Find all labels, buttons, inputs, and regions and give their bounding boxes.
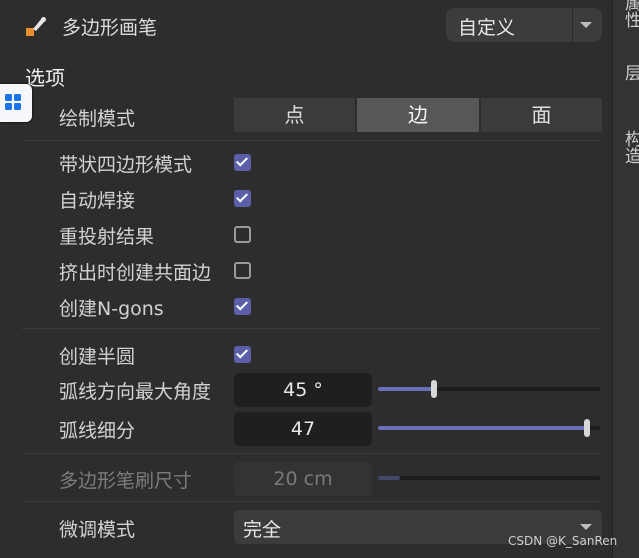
draw-mode-label: 绘制模式 xyxy=(59,108,136,130)
preset-dropdown[interactable]: 自定义 xyxy=(446,8,602,42)
arc-subdiv-slider[interactable] xyxy=(378,419,600,437)
tab-construction[interactable]: 构造 xyxy=(619,130,639,164)
grid-apps-icon xyxy=(5,94,21,110)
divider xyxy=(22,501,600,502)
chevron-down-icon[interactable] xyxy=(580,524,592,530)
arc-subdiv-label: 弧线细分 xyxy=(59,420,136,442)
arc-angle-label: 弧线方向最大角度 xyxy=(59,381,212,403)
tool-title: 多边形画笔 xyxy=(62,17,158,39)
arc-subdiv-slider-handle[interactable] xyxy=(584,419,590,437)
brush-size-slider-fill xyxy=(378,476,400,480)
tweak-mode-label: 微调模式 xyxy=(59,519,136,541)
watermark: CSDN @K_SanRen xyxy=(508,534,618,548)
semicircle-label: 创建半圆 xyxy=(59,346,136,368)
floating-toolbar-button[interactable] xyxy=(0,84,32,122)
ngons-label: 创建N-gons xyxy=(59,298,164,320)
preset-value: 自定义 xyxy=(458,17,516,39)
auto-weld-label: 自动焊接 xyxy=(59,190,136,212)
polygon-pen-icon xyxy=(26,17,46,36)
brush-size-label: 多边形笔刷尺寸 xyxy=(59,470,193,492)
ngons-checkbox[interactable] xyxy=(234,298,251,315)
reproject-label: 重投射结果 xyxy=(59,226,155,248)
tool-options-panel: 多边形画笔 自定义 选项 绘制模式 点 边 面 带状四边形模式 自动焊接 重投射… xyxy=(0,0,612,558)
auto-weld-checkbox[interactable] xyxy=(234,190,251,207)
draw-mode-segmented-control: 点 边 面 xyxy=(234,98,602,132)
right-sidebar-tabs: 属性 层 构造 xyxy=(612,0,639,558)
arc-angle-slider-handle[interactable] xyxy=(431,380,437,398)
divider xyxy=(22,140,600,141)
draw-mode-point-button[interactable]: 点 xyxy=(234,98,355,132)
reproject-checkbox[interactable] xyxy=(234,226,251,243)
brush-size-input: 20 cm xyxy=(234,462,372,496)
coplanar-edge-checkbox[interactable] xyxy=(234,262,251,279)
divider xyxy=(22,453,600,454)
draw-mode-face-button[interactable]: 面 xyxy=(481,98,602,132)
arc-subdiv-input[interactable]: 47 xyxy=(234,412,372,446)
chevron-down-icon[interactable] xyxy=(580,22,592,28)
arc-subdiv-slider-fill xyxy=(378,426,587,430)
tweak-mode-value: 完全 xyxy=(243,519,282,541)
panel-header: 多边形画笔 自定义 xyxy=(0,0,612,50)
quad-strip-checkbox[interactable] xyxy=(234,154,251,171)
arc-angle-slider-fill xyxy=(378,387,434,391)
tab-properties[interactable]: 属性 xyxy=(619,0,639,28)
draw-mode-edge-button[interactable]: 边 xyxy=(357,98,479,132)
arc-angle-input[interactable]: 45 ° xyxy=(234,373,372,407)
semicircle-checkbox[interactable] xyxy=(234,346,251,363)
coplanar-edge-label: 挤出时创建共面边 xyxy=(59,262,212,284)
preset-separator xyxy=(572,8,573,42)
divider xyxy=(22,328,600,329)
arc-angle-slider[interactable] xyxy=(378,380,600,398)
brush-size-slider xyxy=(378,476,600,480)
quad-strip-label: 带状四边形模式 xyxy=(59,154,193,176)
tab-layers[interactable]: 层 xyxy=(619,64,639,81)
